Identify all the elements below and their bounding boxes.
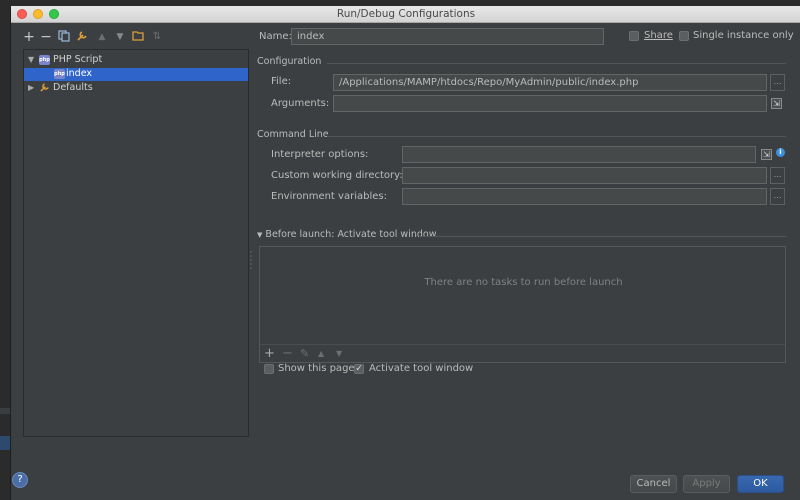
tree-item-label: PHP Script	[53, 54, 103, 65]
file-input[interactable]: /Applications/MAMP/htdocs/Repo/MyAdmin/p…	[333, 74, 767, 91]
browse-directory-button[interactable]: …	[770, 167, 785, 184]
info-icon[interactable]: i	[776, 148, 785, 157]
apply-button[interactable]: Apply	[683, 475, 730, 493]
background-window	[0, 0, 10, 500]
help-button[interactable]: ?	[12, 472, 28, 488]
before-launch-header[interactable]: ▼ Before launch: Activate tool window	[257, 229, 436, 240]
browse-file-button[interactable]: …	[770, 74, 785, 91]
file-label: File:	[271, 76, 292, 87]
tree-item-label: index	[66, 68, 92, 79]
name-input[interactable]: index	[291, 28, 604, 45]
wrench-icon[interactable]	[75, 30, 89, 44]
edit-task-icon[interactable]: ✎	[300, 348, 309, 360]
section-divider	[327, 136, 786, 137]
tree-item-php-script[interactable]: ▼ php PHP Script	[24, 54, 248, 67]
remove-task-icon[interactable]: −	[282, 347, 293, 360]
copy-icon[interactable]	[57, 30, 71, 44]
configuration-section-title: Configuration	[257, 56, 322, 67]
edit-environment-button[interactable]: …	[770, 188, 785, 205]
single-instance-label: Single instance only	[693, 30, 794, 41]
share-checkbox[interactable]	[629, 31, 639, 41]
interpreter-options-label: Interpreter options:	[271, 149, 369, 160]
toolbar-divider	[260, 344, 785, 345]
single-instance-checkbox[interactable]	[679, 31, 689, 41]
expand-editor-icon[interactable]: ⇲	[761, 149, 772, 160]
command-line-section-title: Command Line	[257, 129, 329, 140]
arrow-down-icon[interactable]: ▼	[113, 30, 127, 44]
php-script-icon: php	[54, 69, 65, 79]
tree-item-label: Defaults	[53, 82, 93, 93]
arrow-up-icon[interactable]: ▲	[95, 30, 109, 44]
arguments-label: Arguments:	[271, 98, 330, 109]
environment-variables-label: Environment variables:	[271, 191, 387, 202]
expand-arrow-icon[interactable]: ▼	[28, 55, 34, 64]
move-task-up-icon[interactable]: ▲	[318, 348, 324, 360]
run-debug-dialog: Run/Debug Configurations + − ▲ ▼ ⇅ ▼ php…	[10, 6, 800, 500]
activate-tool-window-checkbox[interactable]: ✓	[354, 364, 364, 374]
title-bar: Run/Debug Configurations	[11, 6, 800, 23]
collapse-triangle-icon: ▼	[257, 231, 263, 239]
ok-button[interactable]: OK	[737, 475, 784, 493]
cancel-button[interactable]: Cancel	[630, 475, 677, 493]
configuration-tree: ▼ php PHP Script php index ▶ Defaults	[23, 49, 249, 437]
tree-item-defaults[interactable]: ▶ Defaults	[24, 82, 248, 95]
environment-variables-input[interactable]	[402, 188, 767, 205]
move-task-down-icon[interactable]: ▼	[336, 348, 342, 360]
background-strip	[0, 436, 10, 450]
working-directory-input[interactable]	[402, 167, 767, 184]
php-script-icon: php	[39, 55, 50, 65]
activate-tool-window-label: Activate tool window	[369, 363, 474, 374]
working-directory-label: Custom working directory:	[271, 170, 403, 181]
section-divider	[419, 236, 786, 237]
share-label: Share	[644, 30, 673, 41]
show-this-page-checkbox[interactable]	[264, 364, 274, 374]
plus-icon[interactable]: +	[22, 30, 36, 44]
collapse-arrow-icon[interactable]: ▶	[28, 83, 34, 92]
name-label: Name:	[259, 31, 292, 42]
expand-editor-icon[interactable]: ⇲	[771, 98, 782, 109]
panel-splitter[interactable]	[249, 28, 253, 468]
section-divider	[327, 63, 786, 64]
before-launch-tasks-list: There are no tasks to run before launch …	[259, 246, 786, 363]
interpreter-options-input[interactable]	[402, 146, 756, 163]
empty-tasks-message: There are no tasks to run before launch	[424, 277, 623, 288]
sort-icon[interactable]: ⇅	[150, 30, 164, 44]
tree-item-index[interactable]: php index	[24, 68, 248, 81]
before-launch-title: Before launch: Activate tool window	[265, 229, 437, 240]
arguments-input[interactable]	[333, 95, 767, 112]
background-strip	[0, 408, 10, 414]
share-label-text: Share	[644, 30, 673, 41]
wrench-icon	[39, 82, 50, 96]
minus-icon[interactable]: −	[39, 30, 53, 44]
window-title: Run/Debug Configurations	[336, 8, 476, 20]
show-this-page-label: Show this page	[278, 363, 355, 374]
folder-icon[interactable]	[131, 30, 145, 44]
add-task-icon[interactable]: +	[264, 347, 275, 360]
